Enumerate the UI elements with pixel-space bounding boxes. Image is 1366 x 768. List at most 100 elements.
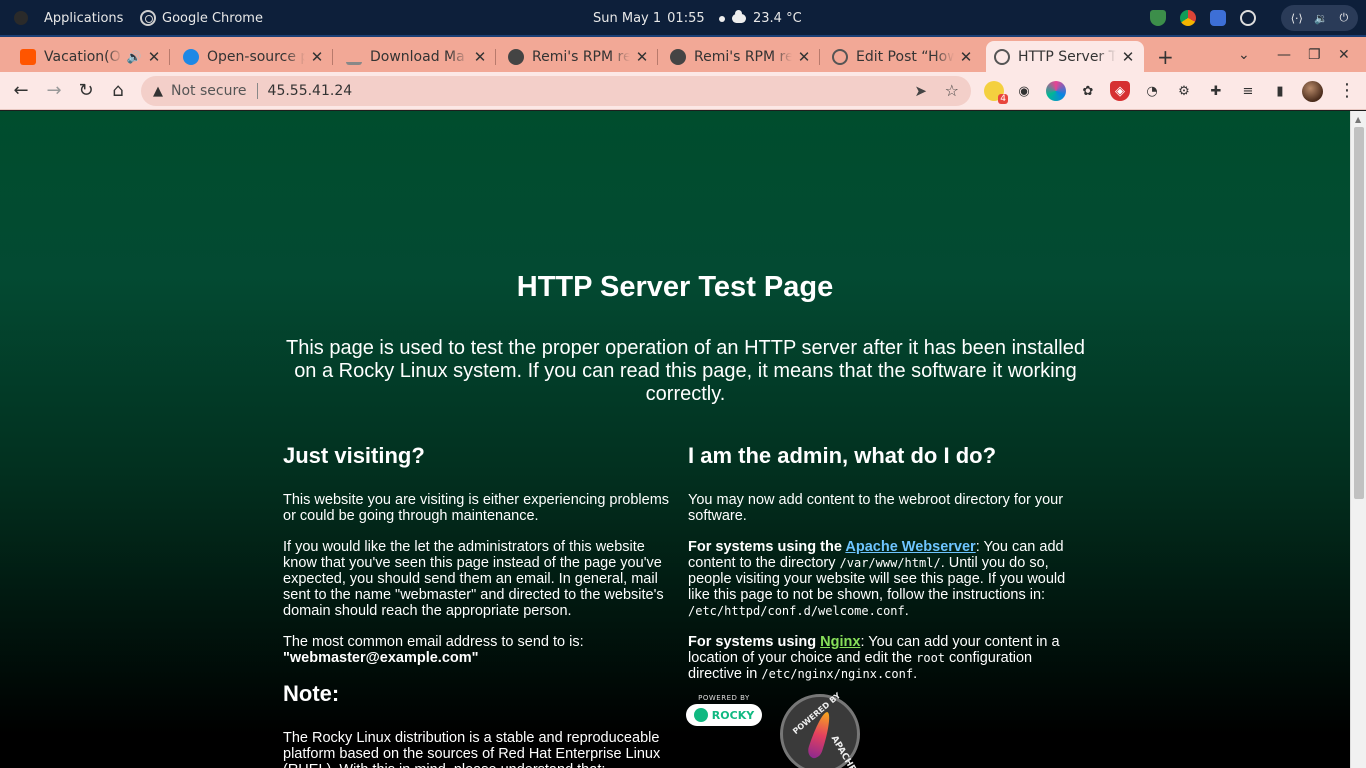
tab-search-button[interactable]: ⌄ [1238,47,1250,63]
home-button[interactable]: ⌂ [107,80,129,101]
nginx-conf-code: /etc/nginx/nginx.conf [761,667,914,681]
clock-date: Sun May 1 [593,11,662,26]
admin-heading: I am the admin, what do I do? [688,443,997,468]
admin-section: I am the admin, what do I do? You may no… [688,443,1073,697]
visitor-heading: Just visiting? [283,443,425,468]
tab-title: Remi's RPM re [694,48,792,65]
powered-by-badges: POWERED BY ROCKY POWERED BY APACHE [686,691,886,768]
scroll-up-icon[interactable]: ▲ [1355,115,1361,124]
rocky-name: ROCKY [711,708,755,722]
webmaster-email: "webmaster@example.com" [283,650,479,666]
temperature-label: 23.4 °C [753,11,802,26]
tab-close-icon[interactable]: ✕ [309,48,325,66]
page-scrollbar[interactable]: ▲ [1350,111,1366,768]
tab-favicon-icon [183,48,199,65]
visitor-section: Just visiting? This website you are visi… [283,443,673,768]
visitor-p3: The most common email address to send to… [283,634,673,666]
rocky-powered-label: POWERED BY [698,694,750,702]
side-panel-icon[interactable]: ▮ [1270,81,1290,101]
system-top-bar: Applications Google Chrome Sun May 1 01:… [0,0,1366,37]
tab-remi-1[interactable]: Remi's RPM re ✕ [500,41,658,72]
tab-favicon-icon [346,49,362,65]
new-tab-button[interactable]: + [1157,45,1174,69]
tab-edit-post[interactable]: Edit Post “How ✕ [824,41,982,72]
gnome-foot-icon[interactable]: ✿ [1078,81,1098,101]
audio-icon[interactable]: 🔊 [126,50,142,64]
security-label[interactable]: Not secure [171,83,247,99]
apache-webserver-link[interactable]: Apache Webserver [845,539,975,555]
visitor-p1: This website you are visiting is either … [283,492,670,524]
extensions-puzzle-icon[interactable]: ✚ [1206,81,1226,101]
system-tray [1150,10,1256,26]
media-queue-icon[interactable]: ≡ [1238,81,1258,101]
tab-close-icon[interactable]: ✕ [796,48,812,66]
rocky-badge[interactable]: POWERED BY ROCKY [686,694,762,728]
active-app-label: Google Chrome [162,10,263,26]
weather-indicator[interactable]: 23.4 °C [732,10,802,26]
bookmark-star-icon[interactable]: ☆ [945,81,959,100]
page-viewport: HTTP Server Test Page This page is used … [0,111,1350,768]
speed-gauge-icon[interactable]: ◔ [1142,81,1162,101]
tab-close-icon[interactable]: ✕ [146,48,162,66]
close-window-button[interactable]: ✕ [1338,47,1350,63]
tab-title: Download Ma [370,48,465,65]
tab-remi-2[interactable]: Remi's RPM re ✕ [662,41,820,72]
active-app-indicator[interactable]: Google Chrome [140,10,263,26]
tab-http-server[interactable]: HTTP Server Te ✕ [986,41,1144,72]
visitor-p2: If you would like the let the administra… [283,539,664,619]
nginx-link[interactable]: Nginx [820,634,860,650]
email-intro: The most common email address to send to… [283,634,584,650]
scrollbar-thumb[interactable] [1354,127,1364,499]
tab-download[interactable]: Download Ma ✕ [338,41,496,72]
nginx-prefix: For systems using [688,634,821,650]
power-icon: ⏻ [1339,11,1349,24]
ublock-shield-icon[interactable]: ◈ [1110,81,1130,101]
reload-button[interactable]: ↻ [75,80,97,101]
chrome-menu-icon[interactable]: ⋮ [1338,80,1356,101]
eye-icon[interactable]: ◉ [1014,81,1034,101]
tab-vacation[interactable]: Vacation(O 🔊 ✕ [12,41,170,72]
network-icon: ⟨·⟩ [1290,11,1303,25]
apache-badge[interactable]: POWERED BY APACHE [780,691,860,768]
tab-close-icon[interactable]: ✕ [472,48,488,66]
warning-icon[interactable]: ▲ [153,84,163,99]
tab-close-icon[interactable]: ✕ [958,48,974,66]
clock[interactable]: Sun May 1 01:55 [593,11,725,26]
tab-title: Remi's RPM re [532,48,630,65]
extension-bulb-icon[interactable]: 4 [984,81,1008,104]
browser-toolbar: ← → ↻ ⌂ ▲ Not secure 45.55.41.24 ➤ ☆ 4 ◉… [0,72,1366,110]
page-title: HTTP Server Test Page [516,271,834,303]
back-button[interactable]: ← [10,80,32,101]
tab-open-source[interactable]: Open-source p ✕ [175,41,333,72]
chrome-tray-icon[interactable] [1180,10,1196,26]
bitwarden-icon[interactable] [1210,10,1226,26]
remi-favicon-icon [508,48,524,65]
rocky-logo-icon [693,708,708,722]
admin-p1: You may now add content to the webroot d… [688,492,1064,524]
accessibility-icon[interactable] [1240,10,1256,26]
tab-title: Vacation(O [44,48,121,65]
forward-button[interactable]: → [43,80,65,101]
gear-extension-icon[interactable]: ⚙ [1174,81,1194,101]
notification-dot-icon [718,15,725,22]
profile-avatar[interactable] [1302,81,1323,102]
address-bar[interactable]: ▲ Not secure 45.55.41.24 ➤ ☆ [141,76,971,106]
tab-title: Open-source p [207,48,305,65]
maximize-button[interactable]: ❐ [1308,47,1321,63]
applications-menu[interactable]: Applications [44,11,123,26]
nginx-paragraph: For systems using Nginx: You can add you… [688,634,1060,682]
activities-icon[interactable] [14,11,28,25]
apache-dir-code: /var/www/html/ [839,556,941,570]
url-text[interactable]: 45.55.41.24 [268,83,353,99]
tab-close-icon[interactable]: ✕ [634,48,650,66]
color-picker-icon[interactable] [1046,81,1066,101]
send-to-device-icon[interactable]: ➤ [914,82,927,100]
chrome-icon [140,10,156,26]
extension-badge: 4 [998,94,1008,104]
welcome-conf-code: /etc/httpd/conf.d/welcome.conf [688,604,905,618]
system-menu[interactable]: ⟨·⟩ 🔉 ⏻ [1281,5,1358,31]
minimize-button[interactable]: — [1277,47,1291,63]
tab-close-icon[interactable]: ✕ [1120,48,1136,66]
clock-time: 01:55 [667,11,705,26]
shield-icon[interactable] [1150,10,1166,26]
